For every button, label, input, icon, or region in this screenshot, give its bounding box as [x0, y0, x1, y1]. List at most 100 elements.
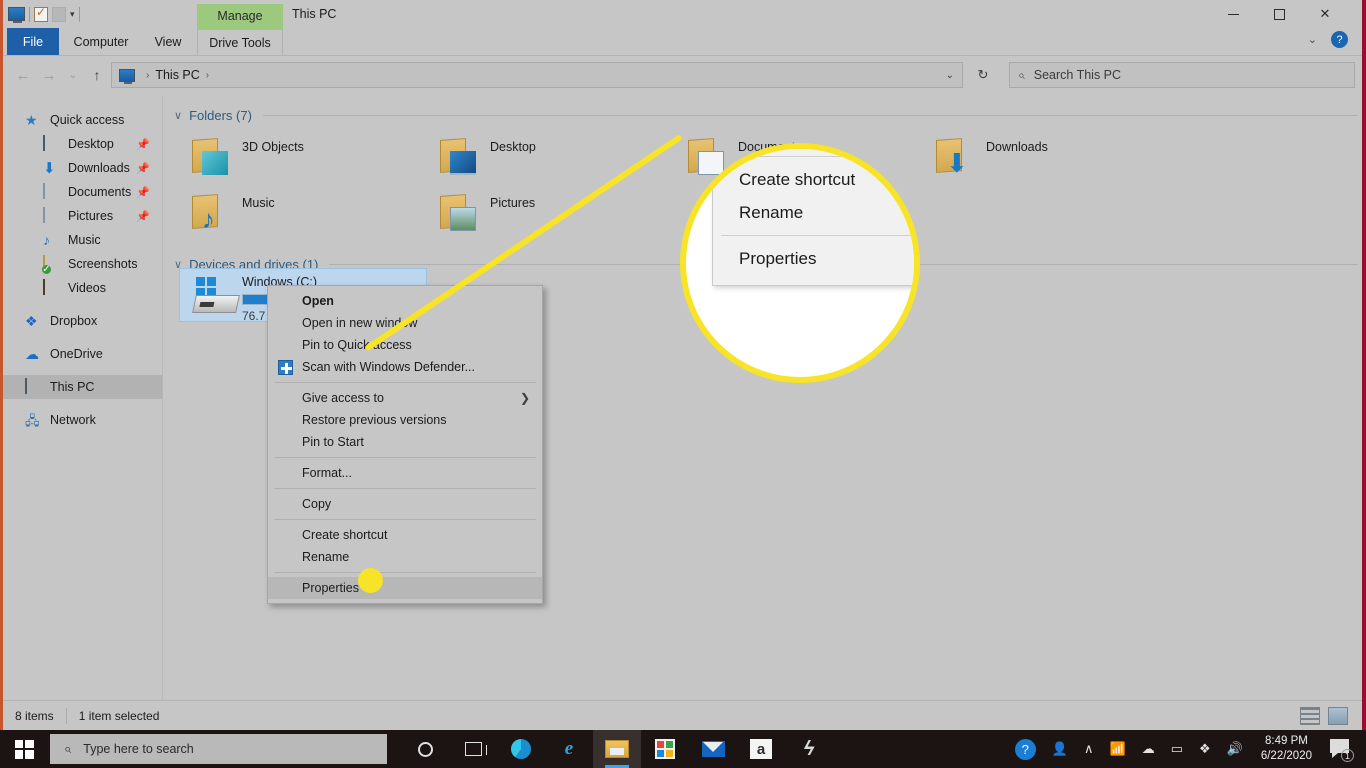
list-item[interactable]: 3D Objects: [188, 137, 428, 193]
address-bar[interactable]: › This PC › ⌄: [111, 62, 963, 88]
search-input[interactable]: Search This PC: [1034, 68, 1121, 82]
ribbon-contextual-tab-manage[interactable]: Manage: [197, 4, 283, 28]
desktop-folder-icon: [436, 137, 480, 177]
sidebar-item-onedrive[interactable]: ☁ OneDrive: [3, 342, 162, 366]
sidebar-item-dropbox[interactable]: ❖ Dropbox: [3, 309, 162, 333]
forward-button[interactable]: →: [39, 65, 59, 85]
pin-icon[interactable]: 📌: [136, 138, 150, 151]
mail-icon[interactable]: [689, 730, 737, 768]
up-button[interactable]: ↑: [87, 65, 107, 85]
sidebar-item-quick-access[interactable]: ★ Quick access: [3, 108, 162, 132]
microsoft-edge-icon[interactable]: [497, 730, 545, 768]
sidebar-item-label: Music: [68, 233, 101, 247]
chevron-down-icon[interactable]: ⌄: [946, 70, 958, 81]
breadcrumb-separator: ›: [146, 69, 150, 81]
volume-icon[interactable]: 🔊: [1219, 741, 1251, 757]
context-menu-item-pin-to-start[interactable]: Pin to Start: [268, 431, 542, 453]
sidebar-item-this-pc[interactable]: This PC: [3, 375, 162, 399]
item-count: 8 items: [15, 708, 54, 723]
microsoft-store-icon[interactable]: [641, 730, 689, 768]
task-view-icon[interactable]: [449, 730, 497, 768]
sidebar-item-screenshots[interactable]: Screenshots: [3, 252, 162, 276]
breadcrumb-this-pc[interactable]: This PC: [155, 68, 199, 82]
sidebar-item-downloads[interactable]: ⬇ Downloads 📌: [3, 156, 162, 180]
context-menu-item-open[interactable]: Open: [268, 290, 542, 312]
context-menu-item-restore-previous-versions[interactable]: Restore previous versions: [268, 409, 542, 431]
sidebar-item-network[interactable]: 🖧 Network: [3, 408, 162, 432]
pin-icon[interactable]: 📌: [136, 162, 150, 175]
breadcrumb-separator[interactable]: ›: [200, 70, 215, 81]
tab-computer[interactable]: Computer: [63, 28, 139, 56]
context-menu-item-pin-to-quick-access[interactable]: Pin to Quick access: [268, 334, 542, 356]
start-button[interactable]: [0, 730, 48, 768]
people-icon[interactable]: 👤: [1044, 741, 1076, 757]
wifi-icon[interactable]: 📶: [1102, 741, 1134, 757]
details-view-icon[interactable]: [1300, 706, 1320, 725]
large-icons-view-icon[interactable]: [1328, 706, 1348, 725]
close-button[interactable]: ✕: [1302, 0, 1348, 28]
pin-icon[interactable]: 📌: [136, 210, 150, 223]
divider: [29, 6, 30, 22]
internet-explorer-icon[interactable]: e: [545, 730, 593, 768]
chevron-down-icon[interactable]: ⌄: [1308, 33, 1317, 46]
show-hidden-icons-icon[interactable]: ∧: [1076, 741, 1102, 757]
selection-status: 1 item selected: [78, 708, 160, 723]
context-menu-item-format[interactable]: Format...: [268, 462, 542, 484]
skype-icon[interactable]: ϟ: [785, 730, 833, 768]
context-menu-item-properties[interactable]: Properties: [268, 577, 542, 599]
item-label: Desktop: [490, 140, 536, 154]
refresh-button[interactable]: ↻: [969, 62, 997, 88]
menu-item-label: Format...: [302, 466, 353, 480]
context-menu-item-create-shortcut[interactable]: Create shortcut: [268, 524, 542, 546]
maximize-button[interactable]: [1256, 0, 1302, 28]
help-icon[interactable]: ?: [1331, 31, 1348, 48]
magnified-item-create-shortcut: Create shortcut: [739, 169, 856, 189]
sidebar-item-desktop[interactable]: Desktop 📌: [3, 132, 162, 156]
navigation-pane[interactable]: ★ Quick access Desktop 📌 ⬇ Downloads 📌 D…: [3, 96, 163, 700]
documents-icon: [43, 182, 45, 199]
sidebar-item-videos[interactable]: Videos: [3, 276, 162, 300]
battery-icon[interactable]: ▭: [1163, 741, 1191, 757]
sidebar-item-pictures[interactable]: Pictures 📌: [3, 204, 162, 228]
onedrive-tray-icon[interactable]: ☁: [1134, 741, 1163, 757]
notifications-icon[interactable]: 1: [1322, 739, 1360, 762]
context-menu[interactable]: Open Open in new window Pin to Quick acc…: [267, 285, 543, 604]
minimize-button[interactable]: [1210, 0, 1256, 28]
taskbar-search-input[interactable]: ⌕ Type here to search: [50, 734, 387, 764]
cortana-icon[interactable]: [401, 730, 449, 768]
chevron-down-icon[interactable]: ∨: [174, 109, 182, 122]
tab-drive-tools[interactable]: Drive Tools: [197, 28, 283, 56]
properties-icon[interactable]: [34, 5, 48, 22]
group-header-folders[interactable]: ∨ Folders (7): [164, 103, 1358, 127]
search-box[interactable]: ⌕ Search This PC: [1009, 62, 1355, 88]
3d-objects-folder-icon: [188, 137, 232, 177]
pin-icon[interactable]: 📌: [136, 186, 150, 199]
dropbox-tray-icon[interactable]: ❖: [1191, 741, 1219, 757]
window-title: This PC: [292, 7, 337, 21]
customize-caret-icon[interactable]: ▾: [70, 9, 75, 19]
clock[interactable]: 8:49 PM 6/22/2020: [1251, 734, 1322, 764]
tab-view[interactable]: View: [143, 28, 193, 56]
amazon-icon[interactable]: a: [737, 730, 785, 768]
back-button[interactable]: ←: [13, 65, 33, 85]
list-item[interactable]: ♪ Music: [188, 193, 428, 249]
context-menu-item-scan-with-windows-defender[interactable]: Scan with Windows Defender...: [268, 356, 542, 378]
this-pc-icon[interactable]: [8, 7, 25, 23]
context-menu-item-copy[interactable]: Copy: [268, 493, 542, 515]
recent-locations-button[interactable]: ⌄: [63, 65, 83, 85]
sidebar-item-documents[interactable]: Documents 📌: [3, 180, 162, 204]
divider: [274, 519, 536, 520]
tab-file[interactable]: File: [7, 28, 59, 56]
videos-icon: [43, 278, 45, 295]
ribbon-right-controls: ⌄ ?: [1308, 31, 1348, 48]
context-menu-item-give-access-to[interactable]: Give access to ❯: [268, 387, 542, 409]
downloads-icon: ⬇: [43, 159, 56, 177]
taskbar-apps: e a ϟ: [401, 730, 833, 768]
file-explorer-icon[interactable]: [593, 730, 641, 768]
list-item[interactable]: ⬇ Downloads: [932, 137, 1172, 193]
context-menu-item-rename[interactable]: Rename: [268, 546, 542, 568]
new-folder-icon[interactable]: [52, 6, 66, 22]
help-icon[interactable]: ?: [1007, 738, 1044, 760]
menu-item-label: Give access to: [302, 391, 384, 405]
sidebar-item-music[interactable]: ♪ Music: [3, 228, 162, 252]
